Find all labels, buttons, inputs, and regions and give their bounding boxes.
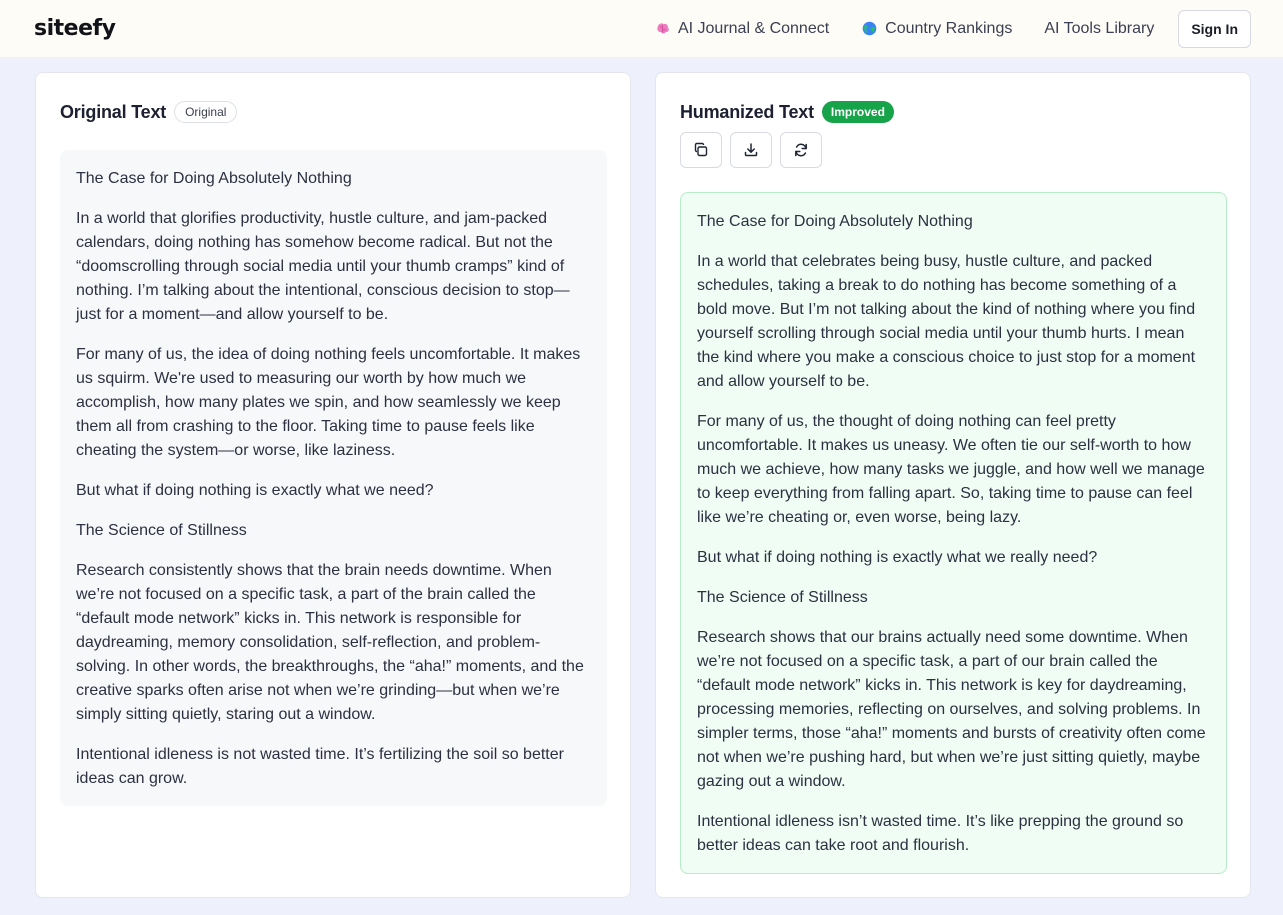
nav-ai-journal[interactable]: AI Journal & Connect [654, 20, 829, 38]
original-title-row: Original Text Original [60, 101, 238, 123]
regenerate-button[interactable] [780, 132, 822, 168]
original-badge: Original [174, 101, 238, 123]
main-nav: AI Journal & Connect Country Rankings AI… [654, 9, 1251, 48]
nav-country-rankings[interactable]: Country Rankings [861, 20, 1012, 38]
sign-in-button[interactable]: Sign In [1178, 9, 1251, 48]
original-paragraph: But what if doing nothing is exactly wha… [76, 482, 434, 499]
humanized-paragraph: But what if doing nothing is exactly wha… [697, 549, 1098, 566]
improved-badge: Improved [821, 101, 894, 123]
humanized-paragraph: In a world that celebrates being busy, h… [697, 253, 1196, 390]
globe-icon [862, 21, 877, 36]
nav-ai-tools-library-label: AI Tools Library [1044, 19, 1155, 37]
brain-icon [657, 23, 669, 34]
download-button[interactable] [730, 132, 772, 168]
original-paragraph: In a world that glorifies productivity, … [76, 210, 570, 323]
copy-icon [694, 142, 708, 157]
humanized-paragraph: Intentional idleness isn’t wasted time. … [697, 813, 1184, 854]
site-logo[interactable]: siteefy [34, 16, 116, 41]
original-paragraph: The Science of Stillness [76, 522, 247, 539]
original-text-box[interactable]: The Case for Doing Absolutely Nothing In… [60, 150, 607, 806]
copy-button[interactable] [680, 132, 722, 168]
humanized-text-box[interactable]: The Case for Doing Absolutely Nothing In… [680, 192, 1227, 874]
original-title: Original Text [60, 101, 167, 122]
humanized-title: Humanized Text [680, 101, 814, 122]
original-paragraph: Research consistently shows that the bra… [76, 562, 584, 723]
humanized-paragraph: The Science of Stillness [697, 589, 868, 606]
original-paragraph: Intentional idleness is not wasted time.… [76, 746, 564, 787]
top-header: siteefy AI Journal & Connect Country Ran… [0, 0, 1283, 57]
humanized-paragraph: For many of us, the thought of doing not… [697, 413, 1205, 526]
humanized-paragraph: The Case for Doing Absolutely Nothing [697, 213, 973, 230]
download-icon [744, 143, 758, 157]
original-paragraph: For many of us, the idea of doing nothin… [76, 346, 581, 459]
humanized-title-row: Humanized Text Improved [680, 101, 894, 123]
nav-country-rankings-label: Country Rankings [885, 19, 1013, 37]
refresh-icon [795, 143, 807, 157]
humanized-toolbar [680, 132, 830, 168]
original-paragraph: The Case for Doing Absolutely Nothing [76, 170, 352, 187]
humanized-text-card: Humanized Text Improved The Case for Doi… [655, 72, 1251, 898]
nav-ai-tools-library[interactable]: AI Tools Library [1044, 20, 1154, 38]
original-text-card: Original Text Original The Case for Doin… [35, 72, 631, 898]
humanized-paragraph: Research shows that our brains actually … [697, 629, 1206, 790]
nav-ai-journal-label: AI Journal & Connect [677, 19, 830, 37]
